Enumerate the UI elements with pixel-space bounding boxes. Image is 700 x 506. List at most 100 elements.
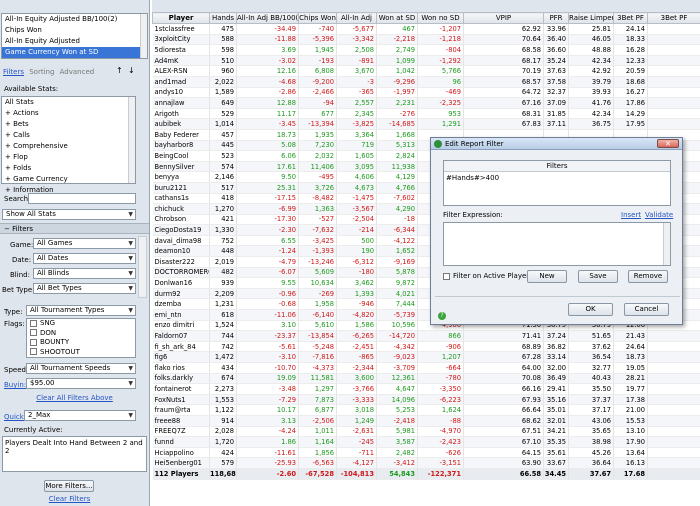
new-button[interactable]: New [527, 270, 567, 283]
checkbox[interactable] [30, 338, 37, 346]
table-row[interactable]: Hciappolino 424 -11.61 1,856 -711 2,482 -626 64… [152, 447, 700, 459]
table-row[interactable]: fi_sh_ark_84 742 -5.61 -5,248 -2,451 -4,342 -9… [152, 341, 700, 353]
tab-filters[interactable]: Filters [3, 68, 24, 76]
buyin-select[interactable]: $95.00 ▼ [26, 378, 136, 389]
quick-label[interactable]: Quick: [4, 413, 26, 421]
expand-icon[interactable]: + [5, 164, 13, 172]
quick-select[interactable]: 2_Max ▼ [24, 410, 136, 421]
stat-tree-item[interactable]: + Flop [2, 152, 135, 163]
column-header[interactable]: Won no SD [417, 12, 464, 24]
cancel-button[interactable]: Cancel [624, 303, 669, 316]
table-row[interactable]: Faldorn07 744 -23.37 -13,854 -6,265 -14,720 86… [152, 330, 700, 342]
column-header[interactable]: Hands [209, 12, 237, 24]
column-header[interactable]: 3Bet PF [613, 12, 648, 24]
column-header[interactable]: PFR [543, 12, 569, 24]
column-header[interactable]: All-In Adj BB/100(2) [236, 12, 299, 24]
checkbox[interactable] [30, 348, 37, 355]
stat-tree-item[interactable]: + Game Currency [2, 174, 135, 185]
table-row[interactable]: fraum@rta 1,122 10.17 6,877 3,018 5,253 1,624 6… [152, 404, 700, 416]
stat-list-item[interactable]: All-In Equity Adjusted [2, 36, 147, 47]
checkbox[interactable] [30, 329, 37, 336]
column-header[interactable]: Player [152, 12, 210, 24]
expression-scrollbar[interactable] [663, 223, 670, 265]
table-row[interactable]: FoxNuts1 1,553 -7.29 7,873 -3,333 14,096 -6,22… [152, 394, 700, 406]
table-row[interactable]: fontainerot 2,273 -3.48 1,297 -3,766 4,647 -3,… [152, 383, 700, 395]
table-row[interactable]: Arigoth 529 11.17 677 2,345 -276 953 68.31 31.85… [152, 108, 700, 120]
column-header[interactable]: VPIP [463, 12, 544, 24]
filters-section-header[interactable]: − Filters [0, 223, 149, 234]
filters-scrollbar[interactable] [138, 236, 147, 298]
table-row[interactable]: and1mad 2,022 -4.68 -9,200 -3 -9,296 96 68.57 37… [152, 76, 700, 88]
stat-list-item[interactable]: Chips Won [2, 25, 147, 36]
table-row[interactable]: flako rios 434 -10.70 -4,373 -2,344 -3,709 -66… [152, 362, 700, 374]
help-icon[interactable]: ? [438, 312, 446, 320]
available-stats-tree[interactable]: All Stats + Actions + Bets + Calls + Compreh… [1, 96, 136, 194]
expand-icon[interactable]: + [5, 186, 13, 194]
stat-list-item[interactable]: All-In Equity Adjusted BB/100(2) [2, 14, 147, 25]
show-stats-select[interactable]: Show All Stats ▼ [2, 209, 136, 220]
stat-tree-item[interactable]: + Folds [2, 163, 135, 174]
table-row[interactable]: Ad4mK 510 -3.02 -193 -891 1,099 -1,292 68.17 35.… [152, 55, 700, 67]
stat-list-scrollbar[interactable] [140, 14, 147, 58]
column-header[interactable]: 3Bet PF [647, 12, 700, 24]
table-row[interactable]: aubibek 1,014 -3.45 -13,394 -3,825 -14,685 1,2… [152, 118, 700, 130]
stat-tree-item[interactable]: + Bets [2, 119, 135, 130]
expand-icon[interactable]: + [5, 109, 13, 117]
stat-list-item[interactable]: Game Currency Won at SD [2, 47, 147, 58]
flag-item[interactable]: SNG [27, 319, 135, 329]
validate-link[interactable]: Validate [645, 211, 673, 219]
tab-sorting[interactable]: Sorting [29, 68, 54, 76]
flag-item[interactable]: SHOOTOUT [27, 348, 135, 358]
checkbox[interactable] [30, 319, 37, 327]
active-player-checkbox[interactable]: Filter on Active Player [443, 272, 529, 280]
expand-icon[interactable]: + [5, 131, 13, 139]
filter-expression-input[interactable] [443, 222, 671, 266]
stat-tree-item[interactable]: + Comprehensive [2, 141, 135, 152]
expand-icon[interactable]: + [5, 153, 13, 161]
search-input[interactable] [28, 193, 136, 204]
table-row[interactable]: 3xploitCity 588 -11.88 -5,396 -3,342 -2,218 -1… [152, 34, 700, 46]
blind-select[interactable]: All Blinds ▼ [33, 268, 136, 279]
date-select[interactable]: All Dates ▼ [33, 253, 136, 264]
column-header[interactable]: All-In Adj [336, 12, 377, 24]
clear-filters-link[interactable]: Clear Filters [0, 495, 139, 503]
save-button[interactable]: Save [578, 270, 618, 283]
clear-all-filters-link[interactable]: Clear All Filters Above [0, 394, 149, 402]
arrow-up-icon[interactable]: ↑ [116, 66, 123, 75]
expand-icon[interactable]: + [5, 175, 13, 183]
close-icon[interactable]: ✕ [657, 139, 679, 148]
table-row[interactable]: FREEQ7Z 2,028 -4.24 1,011 -2,631 5,981 -4,970 6… [152, 426, 700, 438]
table-row[interactable]: 5dioresta 598 3.69 1,945 2,508 2,749 -804 68.58… [152, 44, 700, 56]
table-row[interactable]: Hei5enberg01 579 -25.93 -6,563 -4,127 -3,412-… [152, 457, 700, 469]
table-row[interactable]: fig6 1,472 -3.10 -7,816 -865 -9,023 1,207 67.28… [152, 351, 700, 363]
table-row[interactable]: ALEX-RSN 960 12.16 6,808 3,670 1,042 5,766 70.1… [152, 65, 700, 77]
column-header[interactable]: Won at SD [376, 12, 418, 24]
stat-tree-item[interactable]: + Actions [2, 108, 135, 119]
ok-button[interactable]: OK [568, 303, 613, 316]
expand-icon[interactable]: + [5, 142, 13, 150]
speed-select[interactable]: All Tournament Speeds ▼ [26, 363, 136, 374]
column-header[interactable]: Chips Won [298, 12, 337, 24]
more-filters-button[interactable]: More Filters... [44, 480, 94, 492]
table-row[interactable]: 1stclassfree 475 -34.49 -740 -5,677 467 -1,207… [152, 23, 700, 35]
table-row[interactable]: freee88 914 3.13 -2,506 1,249 -2,418 -88 68.62 3… [152, 415, 700, 427]
bettype-select[interactable]: All Bet Types ▼ [33, 283, 136, 294]
flag-item[interactable]: DON [27, 329, 135, 339]
game-select[interactable]: All Games ▼ [33, 238, 136, 249]
stat-tree-item[interactable]: All Stats [2, 97, 135, 108]
arrow-down-icon[interactable]: ↓ [128, 66, 135, 75]
expand-icon[interactable]: + [5, 120, 13, 128]
column-header[interactable]: Raise Limpers [568, 12, 614, 24]
insert-link[interactable]: Insert [621, 211, 641, 219]
stat-tree-item[interactable]: + Calls [2, 130, 135, 141]
remove-button[interactable]: Remove [628, 270, 668, 283]
table-row[interactable]: 112 Players118,689-2.60-67,528-104,81354… [152, 467, 700, 480]
table-row[interactable]: funnd 1,720 1.86 1,164 -245 3,587 -2,423 67.10 3… [152, 436, 700, 448]
checkbox[interactable] [443, 272, 450, 280]
filter-entry[interactable]: #Hands#>400 [444, 172, 670, 184]
buyin-label[interactable]: Buyin: [4, 381, 26, 389]
table-row[interactable]: folks.darkly 674 19.09 11,581 3,600 12,361 -78… [152, 373, 700, 385]
table-row[interactable]: annajlaw 649 12.88 -94 2,557 2,231 -2,325 67.16… [152, 97, 700, 109]
table-row[interactable]: andys10 1,589 -2.86 -2,466 -365 -1,997 -469 64.… [152, 87, 700, 99]
selected-stats-list[interactable]: All-In Equity Adjusted BB/100(2) Chips Wo… [1, 13, 148, 59]
